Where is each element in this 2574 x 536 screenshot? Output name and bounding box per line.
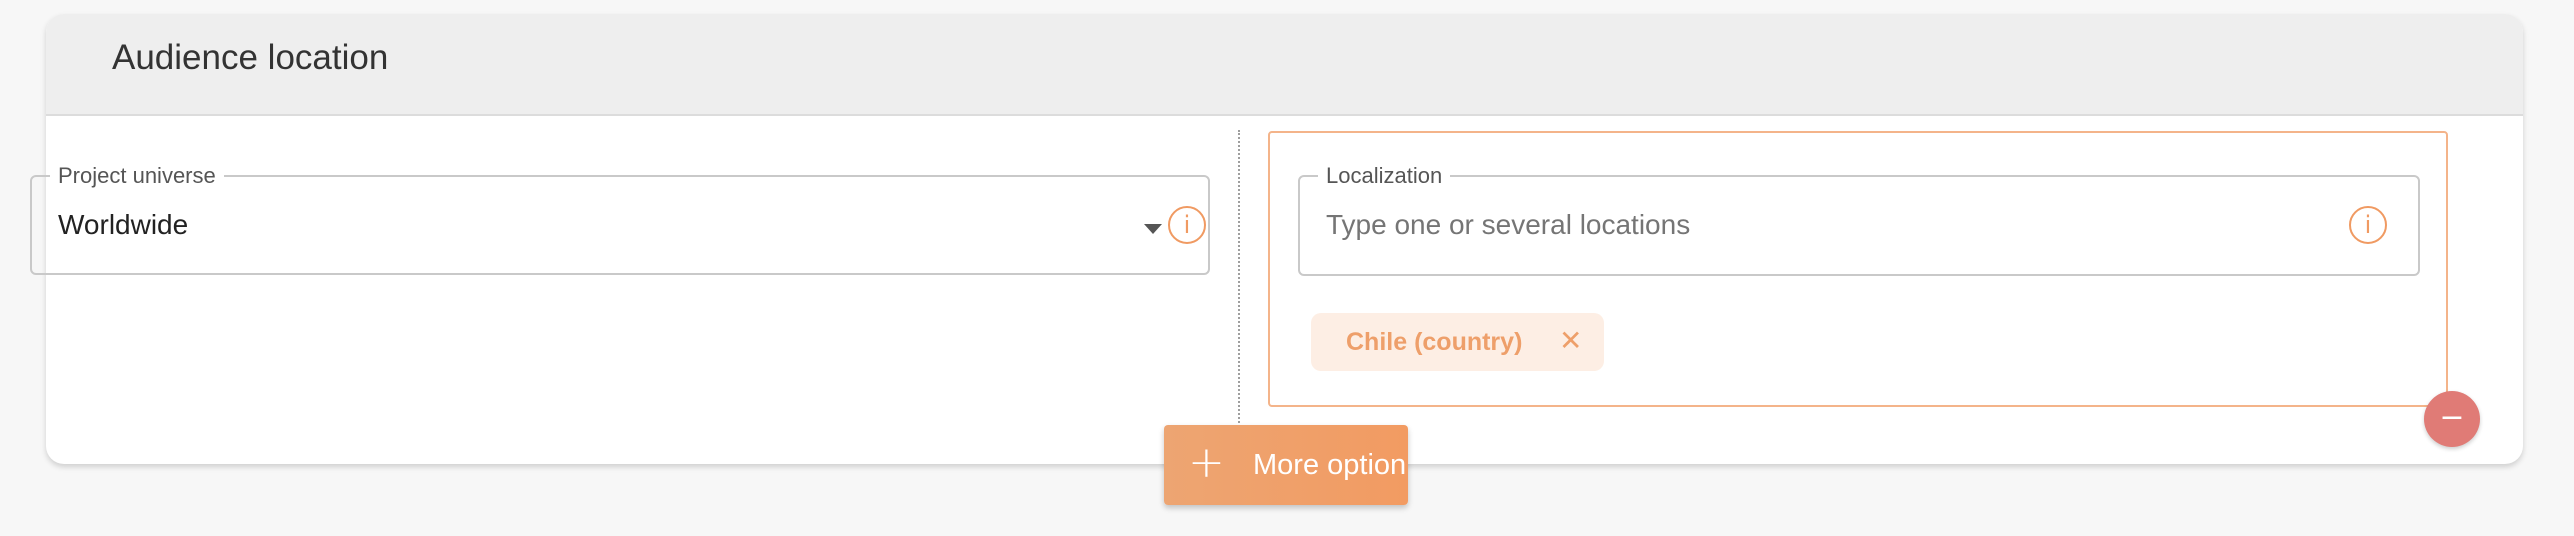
dropdown-caret-icon[interactable]	[1144, 224, 1162, 234]
localization-legend: Localization	[1318, 163, 1451, 189]
project-universe-legend: Project universe	[50, 163, 224, 189]
more-option-button[interactable]: + More option	[1164, 425, 1408, 505]
location-chip: Chile (country) ✕	[1311, 313, 1604, 371]
section-title: Audience location	[112, 38, 389, 77]
localization-placeholder[interactable]: Type one or several locations	[1326, 207, 1690, 243]
minus-icon: −	[2439, 400, 2465, 435]
localization-input[interactable]: Localization Type one or several locatio…	[1298, 163, 2420, 276]
remove-option-button[interactable]: −	[2424, 391, 2480, 447]
card-header: Audience location	[46, 14, 2523, 116]
location-chip-label: Chile (country)	[1346, 328, 1523, 356]
more-option-label: More option	[1253, 449, 1407, 481]
close-icon[interactable]: ✕	[1559, 325, 1582, 357]
project-universe-select[interactable]: Project universe Worldwide i	[30, 163, 1210, 275]
column-divider	[1238, 130, 1240, 450]
info-icon[interactable]: i	[2349, 206, 2387, 244]
project-universe-value: Worldwide	[58, 209, 189, 240]
info-icon[interactable]: i	[1168, 206, 1206, 244]
plus-icon: +	[1188, 437, 1225, 488]
